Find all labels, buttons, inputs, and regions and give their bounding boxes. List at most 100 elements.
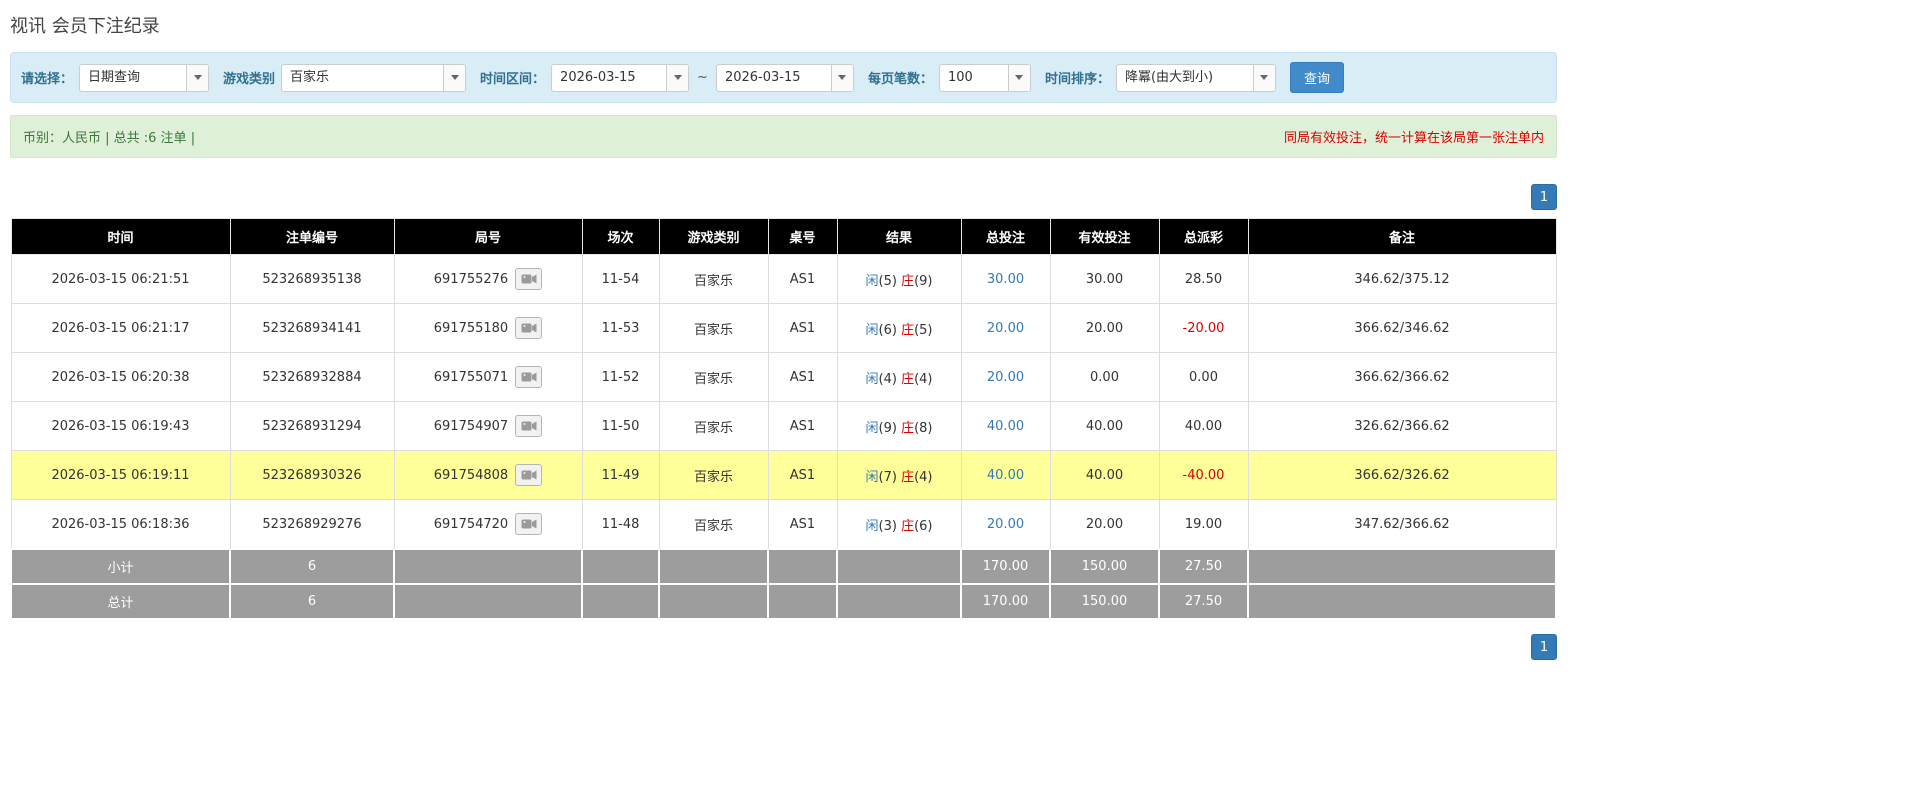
page-1-button[interactable]: 1	[1531, 184, 1557, 210]
chevron-down-icon	[666, 64, 689, 91]
cell-total-bet: 20.00	[960, 303, 1051, 353]
video-replay-button[interactable]	[515, 366, 543, 388]
total-payout: 27.50	[1158, 583, 1249, 620]
chevron-down-icon	[186, 64, 209, 91]
total-bet-link[interactable]: 20.00	[987, 517, 1024, 532]
table-row: 2026-03-15 06:18:36 523268929276 6917547…	[10, 499, 1557, 550]
total-bet-link[interactable]: 40.00	[987, 468, 1024, 483]
cell-payout: -20.00	[1158, 303, 1249, 353]
total-bet-link[interactable]: 40.00	[987, 419, 1024, 434]
cell-total-bet: 30.00	[960, 254, 1051, 304]
records-table: 时间 注单编号 局号 场次 游戏类别 桌号 结果 总投注 有效投注 总派彩 备注…	[10, 218, 1557, 620]
round-number: 691755180	[433, 320, 509, 336]
time-sort-label: 时间排序：	[1044, 72, 1110, 87]
cell-valid-bet: 0.00	[1049, 352, 1160, 402]
banker-result-label: 庄	[901, 518, 915, 534]
banker-result-label: 庄	[901, 420, 915, 436]
game-type-select[interactable]: 百家乐	[281, 63, 467, 92]
total-total-bet: 170.00	[960, 583, 1051, 620]
player-result-count: (7)	[878, 469, 897, 485]
video-camera-icon	[521, 323, 537, 333]
banker-result-count: (8)	[914, 420, 933, 436]
cell-note: 366.62/366.62	[1247, 352, 1557, 402]
header-round: 局号	[393, 218, 583, 255]
currency-total-text: 币别：人民币 | 总共 :6 注单 |	[23, 131, 196, 146]
cell-payout: -40.00	[1158, 450, 1249, 500]
header-game-type: 游戏类别	[658, 218, 769, 255]
player-result-count: (9)	[878, 420, 897, 436]
cell-note: 347.62/366.62	[1247, 499, 1557, 550]
cell-time: 2026-03-15 06:18:36	[10, 499, 231, 550]
cell-result: 闲(6) 庄(5)	[836, 303, 962, 353]
video-replay-button[interactable]	[515, 415, 543, 437]
cell-game-type: 百家乐	[658, 254, 769, 304]
total-bet-link[interactable]: 30.00	[987, 272, 1024, 287]
chevron-down-icon	[1007, 64, 1030, 91]
cell-round: 691754808	[393, 450, 583, 500]
cell-note: 346.62/375.12	[1247, 254, 1557, 304]
player-result-label: 闲	[865, 273, 879, 289]
page-1-button[interactable]: 1	[1531, 634, 1557, 660]
cell-round: 691754907	[393, 401, 583, 451]
cell-session: 11-53	[581, 303, 660, 353]
video-camera-icon	[521, 421, 537, 431]
cell-session: 11-49	[581, 450, 660, 500]
player-result-label: 闲	[865, 322, 879, 338]
banker-result-label: 庄	[901, 273, 915, 289]
banker-result-count: (6)	[914, 518, 933, 534]
cell-result: 闲(9) 庄(8)	[836, 401, 962, 451]
table-row: 2026-03-15 06:19:43 523268931294 6917549…	[10, 401, 1557, 451]
header-note: 备注	[1247, 218, 1557, 255]
query-type-select[interactable]: 日期查询	[79, 63, 210, 92]
date-from-select[interactable]: 2026-03-15	[551, 63, 690, 92]
filter-bar: 请选择： 日期查询 游戏类别 百家乐 时间区间： 2026-03-15 ~ 20…	[10, 52, 1557, 103]
cell-table-no: AS1	[767, 254, 838, 304]
cell-bet-id: 523268930326	[229, 450, 395, 500]
cell-round: 691755180	[393, 303, 583, 353]
subtotal-valid-bet: 150.00	[1049, 548, 1160, 585]
search-button[interactable]: 查询	[1289, 62, 1344, 93]
header-total-bet: 总投注	[960, 218, 1051, 255]
cell-note: 326.62/366.62	[1247, 401, 1557, 451]
banker-result-label: 庄	[901, 371, 915, 387]
video-replay-button[interactable]	[515, 317, 543, 339]
cell-game-type: 百家乐	[658, 499, 769, 550]
date-to-select[interactable]: 2026-03-15	[715, 63, 854, 92]
player-result-count: (4)	[878, 371, 897, 387]
cell-result: 闲(7) 庄(4)	[836, 450, 962, 500]
banker-result-label: 庄	[901, 469, 915, 485]
banker-result-count: (4)	[914, 371, 933, 387]
header-bet-id: 注单编号	[229, 218, 395, 255]
cell-session: 11-54	[581, 254, 660, 304]
cell-total-bet: 40.00	[960, 450, 1051, 500]
header-result: 结果	[836, 218, 962, 255]
date-from-value: 2026-03-15	[560, 69, 636, 85]
cell-game-type: 百家乐	[658, 401, 769, 451]
cell-round: 691755071	[393, 352, 583, 402]
total-bet-link[interactable]: 20.00	[987, 321, 1024, 336]
header-session: 场次	[581, 218, 660, 255]
cell-valid-bet: 30.00	[1049, 254, 1160, 304]
video-camera-icon	[521, 372, 537, 382]
subtotal-payout: 27.50	[1158, 548, 1249, 585]
total-bet-link[interactable]: 20.00	[987, 370, 1024, 385]
cell-session: 11-50	[581, 401, 660, 451]
video-replay-button[interactable]	[515, 268, 543, 290]
chevron-down-icon	[830, 64, 853, 91]
date-to-value: 2026-03-15	[724, 69, 801, 85]
player-result-count: (6)	[878, 322, 897, 338]
table-row: 2026-03-15 06:19:11 523268930326 6917548…	[10, 450, 1557, 500]
video-replay-button[interactable]	[515, 513, 543, 535]
video-replay-button[interactable]	[515, 464, 543, 486]
cell-table-no: AS1	[767, 450, 838, 500]
time-sort-select[interactable]: 降冪(由大到小)	[1115, 63, 1276, 92]
cell-table-no: AS1	[767, 499, 838, 550]
cell-session: 11-52	[581, 352, 660, 402]
cell-table-no: AS1	[767, 401, 838, 451]
cell-time: 2026-03-15 06:21:51	[10, 254, 231, 304]
per-page-select[interactable]: 100	[938, 63, 1031, 92]
banker-result-count: (5)	[914, 322, 933, 338]
notice-text: 同局有效投注，统一计算在该局第一张注单内	[1283, 131, 1544, 146]
round-number: 691754907	[433, 418, 509, 434]
table-header: 时间 注单编号 局号 场次 游戏类别 桌号 结果 总投注 有效投注 总派彩 备注	[10, 218, 1557, 255]
